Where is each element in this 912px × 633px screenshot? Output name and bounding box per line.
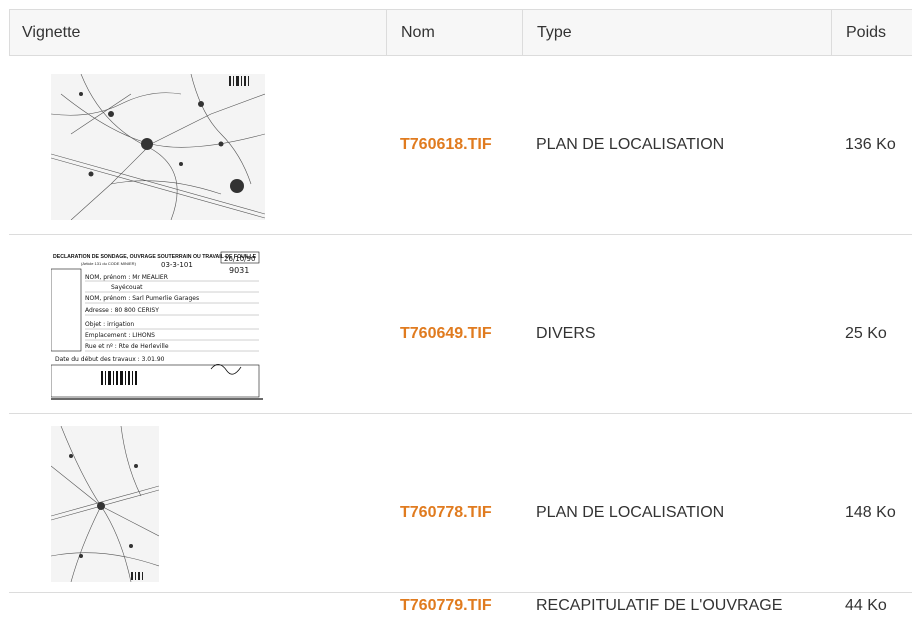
- file-name-link[interactable]: T760779.TIF: [400, 597, 492, 615]
- file-size: 44 Ko: [845, 597, 887, 614]
- file-name-link[interactable]: T760649.TIF: [400, 325, 492, 343]
- file-name-link[interactable]: T760618.TIF: [400, 136, 492, 154]
- form-image: DECLARATION DE SONDAGE, OUVRAGE SOUTERRA…: [51, 249, 263, 401]
- file-size: 148 Ko: [845, 504, 896, 521]
- form-line: Adresse : 80 800 CERISY: [85, 307, 159, 314]
- header-divider: [522, 10, 523, 55]
- map-thumbnail[interactable]: [51, 426, 159, 582]
- form-line: Date du début des travaux : 3.01.90: [55, 356, 165, 363]
- table-row: T760618.TIF PLAN DE LOCALISATION 136 Ko: [9, 56, 912, 235]
- form-subtitle: (Article 131 du CODE MINIER): [81, 261, 137, 266]
- file-type: PLAN DE LOCALISATION: [536, 504, 725, 521]
- form-line: Objet : irrigation: [85, 321, 134, 328]
- form-thumbnail[interactable]: DECLARATION DE SONDAGE, OUVRAGE SOUTERRA…: [51, 249, 263, 401]
- map-image: [51, 426, 159, 582]
- table-row: T760779.TIF RECAPITULATIF DE L'OUVRAGE 4…: [9, 593, 912, 633]
- header-poids[interactable]: Poids: [846, 10, 886, 55]
- map-thumbnail[interactable]: [51, 74, 265, 220]
- form-line: NOM, prénom : Sarl Pumerlie Garages: [85, 295, 199, 302]
- form-stamp-date: 26/10/90: [224, 255, 255, 263]
- header-vignette[interactable]: Vignette: [22, 10, 80, 55]
- form-line: Rue et nº : Rte de Herleville: [85, 343, 169, 350]
- table-row: T760778.TIF PLAN DE LOCALISATION 148 Ko: [9, 414, 912, 593]
- header-nom[interactable]: Nom: [401, 10, 435, 55]
- header-divider: [831, 10, 832, 55]
- header-divider: [386, 10, 387, 55]
- file-type: PLAN DE LOCALISATION: [536, 136, 725, 153]
- file-type: DIVERS: [536, 325, 596, 342]
- file-type: RECAPITULATIF DE L'OUVRAGE: [536, 597, 783, 614]
- form-line: Emplacement : LIHONS: [85, 332, 155, 339]
- files-table: Vignette Nom Type Poids T760618.TIF PLAN…: [9, 9, 912, 614]
- map-image: [51, 74, 265, 220]
- file-size: 25 Ko: [845, 325, 887, 342]
- file-size: 136 Ko: [845, 136, 896, 153]
- table-row: DECLARATION DE SONDAGE, OUVRAGE SOUTERRA…: [9, 235, 912, 414]
- form-number: 9031: [229, 266, 249, 275]
- form-line: Sayécouat: [111, 284, 143, 291]
- form-ref: 03-3-101: [161, 261, 193, 269]
- header-type[interactable]: Type: [537, 10, 572, 55]
- table-header: Vignette Nom Type Poids: [9, 9, 912, 56]
- file-name-link[interactable]: T760778.TIF: [400, 504, 492, 522]
- form-line: NOM, prénom : Mr MEALIER: [85, 274, 168, 281]
